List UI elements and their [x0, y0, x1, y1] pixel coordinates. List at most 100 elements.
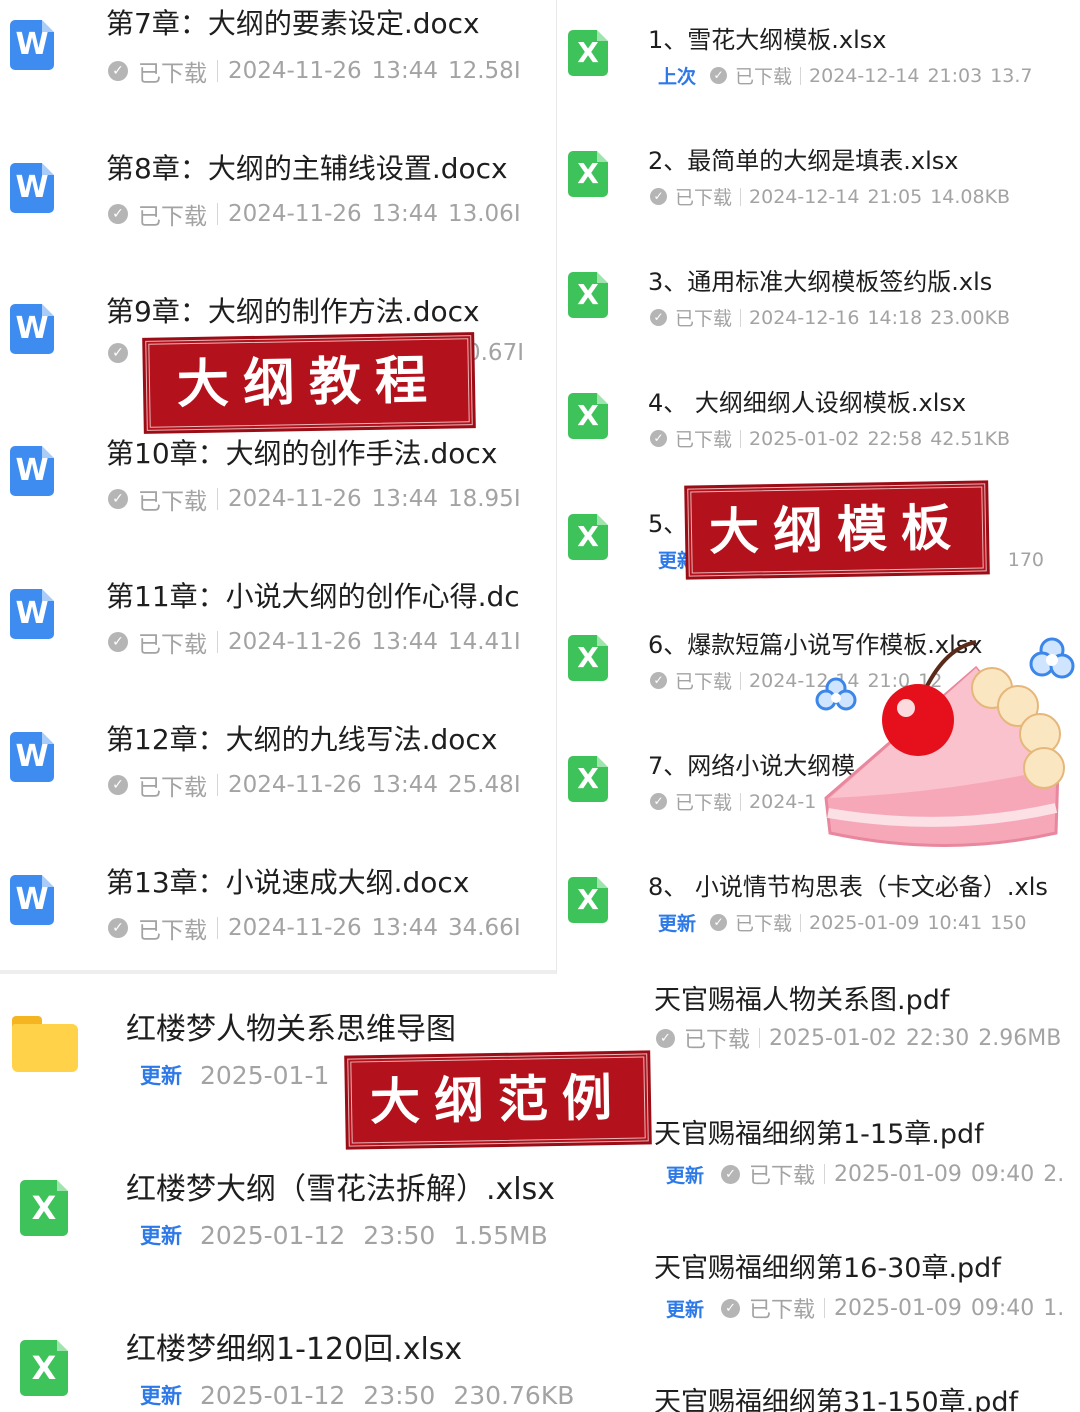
- file-row[interactable]: 天官赐福细纲第31-150章.pdf: [640, 1368, 1080, 1412]
- time-text: 13:44: [371, 486, 438, 512]
- file-name: 天官赐福细纲第1-15章.pdf: [654, 1119, 984, 1150]
- divider: [824, 1164, 826, 1184]
- status-label: 已下载: [735, 66, 793, 88]
- downloaded-check-icon: ✓: [656, 1028, 675, 1048]
- word-file-icon: W: [10, 163, 54, 213]
- time-text: 21:05: [867, 185, 923, 208]
- folder-icon: [12, 1016, 78, 1072]
- size-text: 170: [1007, 548, 1044, 571]
- excel-file-icon: X: [20, 1340, 68, 1396]
- size-text: 2.: [1043, 1161, 1065, 1187]
- file-meta: ✓ 已下载 2024-11-26 13:44 18.95I: [108, 482, 524, 516]
- file-row[interactable]: 天官赐福人物关系图.pdf ✓ 已下载 2025-01-02 22:30 2.9…: [640, 960, 1080, 1096]
- file-meta: 更新 ✓ 已下载 2025-01-09 10:41 150: [658, 909, 1068, 936]
- tutorial-stamp: 大纲教程: [145, 335, 473, 431]
- date-text: 2024-11-26: [228, 486, 362, 512]
- time-text: 14:18: [867, 306, 923, 329]
- file-meta: ✓ 已下载 2024-11-26 13:44 34.66I: [108, 911, 524, 945]
- file-name: 第12章：大纲的九线写法.docx: [106, 723, 498, 756]
- word-file-icon: W: [10, 20, 54, 70]
- status-label: 已下载: [138, 775, 207, 801]
- update-badge: 更新: [140, 1224, 182, 1248]
- update-badge: 更新: [666, 1164, 705, 1187]
- status-label: 已下载: [675, 671, 733, 693]
- divider: [740, 671, 742, 690]
- file-name: 红楼梦大纲（雪花法拆解）.xlsx: [126, 1172, 556, 1207]
- file-row[interactable]: W 第13章：小说速成大纲.docx ✓ 已下载 2024-11-26 13:4…: [0, 857, 556, 970]
- time-text: 23:50: [363, 1380, 436, 1410]
- downloaded-check-icon: ✓: [650, 309, 667, 326]
- file-meta: 更新 2025-01-12 23:50 230.76KB: [140, 1380, 630, 1410]
- downloaded-check-icon: ✓: [650, 672, 667, 689]
- time-text: 13:44: [371, 772, 438, 798]
- doc-list-panel: W 第7章：大纲的要素设定.docx ✓ 已下载 2024-11-26 13:4…: [0, 0, 557, 974]
- file-row[interactable]: W 第8章：大纲的主辅线设置.docx ✓ 已下载 2024-11-26 13:…: [0, 143, 556, 283]
- size-text: 14.41I: [447, 629, 521, 655]
- file-row[interactable]: 天官赐福细纲第1-15章.pdf 更新 ✓ 已下载 2025-01-09 09:…: [640, 1096, 1080, 1232]
- size-text: 13.7: [990, 64, 1033, 87]
- file-row[interactable]: X 红楼梦大纲（雪花法拆解）.xlsx 更新 2025-01-12 23:50 …: [0, 1134, 640, 1294]
- file-row[interactable]: W 第12章：大纲的九线写法.docx ✓ 已下载 2024-11-26 13:…: [0, 714, 556, 854]
- status-label: 已下载: [749, 1298, 816, 1323]
- size-text: 25.48I: [447, 772, 521, 798]
- downloaded-check-icon: ✓: [650, 188, 667, 205]
- word-file-icon: W: [10, 446, 54, 496]
- example-list-panel: 红楼梦人物关系思维导图 更新 2025-01-1 X 红楼梦大纲（雪花法拆解）.…: [0, 974, 640, 1412]
- status-label: 已下载: [675, 792, 733, 814]
- file-meta: ✓ 已下载 2025-01-02 22:30 2.96MB: [656, 1022, 1076, 1054]
- size-text: 13.06I: [447, 201, 521, 227]
- status-label: 已下载: [675, 187, 733, 209]
- status-label: 已下载: [138, 61, 207, 87]
- template-stamp: 大纲模板: [687, 483, 987, 577]
- divider: [217, 488, 218, 510]
- file-row[interactable]: X 3、通用标准大纲模板签约版.xls ✓ 已下载 2024-12-16 14:…: [558, 242, 1080, 363]
- date-text: 2024-11-26: [228, 201, 362, 227]
- excel-file-icon: X: [20, 1180, 68, 1236]
- status-label: 已下载: [735, 913, 793, 935]
- pdf-list-panel: 天官赐福人物关系图.pdf ✓ 已下载 2025-01-02 22:30 2.9…: [640, 960, 1080, 1412]
- time-text: 23:50: [363, 1220, 436, 1250]
- file-row[interactable]: X 4、 大纲细纲人设纲模板.xlsx ✓ 已下载 2025-01-02 22:…: [558, 363, 1080, 484]
- word-file-icon: W: [10, 304, 54, 354]
- downloaded-check-icon: ✓: [721, 1164, 741, 1184]
- divider: [824, 1298, 826, 1318]
- time-text: 22:58: [867, 427, 923, 450]
- file-row[interactable]: X 红楼梦细纲1-120回.xlsx 更新 2025-01-12 23:50 2…: [0, 1294, 640, 1412]
- size-text: 34.66I: [447, 915, 521, 941]
- file-name: 第11章：小说大纲的创作心得.dc: [106, 580, 520, 613]
- file-meta: ✓ 已下载 2024-11-26 13:44 13.06I: [108, 197, 524, 231]
- divider: [800, 913, 802, 932]
- file-name: 天官赐福细纲第16-30章.pdf: [654, 1253, 1001, 1284]
- date-text: 2025-01-09: [834, 1161, 962, 1187]
- file-meta: ✓ 已下载 2024-11-26 13:44 12.58I: [108, 54, 524, 88]
- file-row[interactable]: X 1、雪花大纲模板.xlsx 上次 ✓ 已下载 2024-12-14 21:0…: [558, 0, 1080, 121]
- time-text: 09:40: [970, 1161, 1035, 1187]
- size-text: 18.95I: [447, 486, 521, 512]
- status-label: 已下载: [138, 918, 207, 944]
- date-text: 2025-01-09: [834, 1295, 962, 1321]
- word-file-icon: W: [10, 589, 54, 639]
- file-row[interactable]: 天官赐福细纲第16-30章.pdf 更新 ✓ 已下载 2025-01-09 09…: [640, 1232, 1080, 1368]
- file-meta: ✓ 已下载 2024-11-26 13:44 25.48I: [108, 768, 524, 802]
- date-text: 2024-11-26: [228, 772, 362, 798]
- file-row[interactable]: W 第11章：小说大纲的创作心得.dc ✓ 已下载 2024-11-26 13:…: [0, 571, 556, 711]
- size-text: 42.51KB: [930, 427, 1011, 450]
- time-text: 09:40: [970, 1295, 1035, 1321]
- downloaded-check-icon: ✓: [721, 1298, 741, 1318]
- file-row[interactable]: W 第7章：大纲的要素设定.docx ✓ 已下载 2024-11-26 13:4…: [0, 0, 556, 140]
- date-text: 2024-11-26: [228, 915, 362, 941]
- file-meta: 上次 ✓ 已下载 2024-12-14 21:03 13.7: [658, 62, 1068, 89]
- status-label: 已下载: [675, 308, 733, 330]
- date-text: 2024-12-14: [809, 64, 920, 87]
- file-name: 1、雪花大纲模板.xlsx: [648, 26, 887, 54]
- time-text: 22:30: [905, 1025, 970, 1051]
- status-label: 已下载: [138, 632, 207, 658]
- time-text: 13:44: [371, 201, 438, 227]
- file-name: 红楼梦细纲1-120回.xlsx: [126, 1332, 463, 1367]
- file-row[interactable]: W 第10章：大纲的创作手法.docx ✓ 已下载 2024-11-26 13:…: [0, 428, 556, 568]
- update-badge: 更新: [140, 1064, 182, 1088]
- size-text: 2.96MB: [978, 1025, 1062, 1051]
- file-row[interactable]: X 2、最简单的大纲是填表.xlsx ✓ 已下载 2024-12-14 21:0…: [558, 121, 1080, 242]
- size-text: 12.58I: [447, 58, 521, 84]
- size-text: 150: [990, 911, 1027, 934]
